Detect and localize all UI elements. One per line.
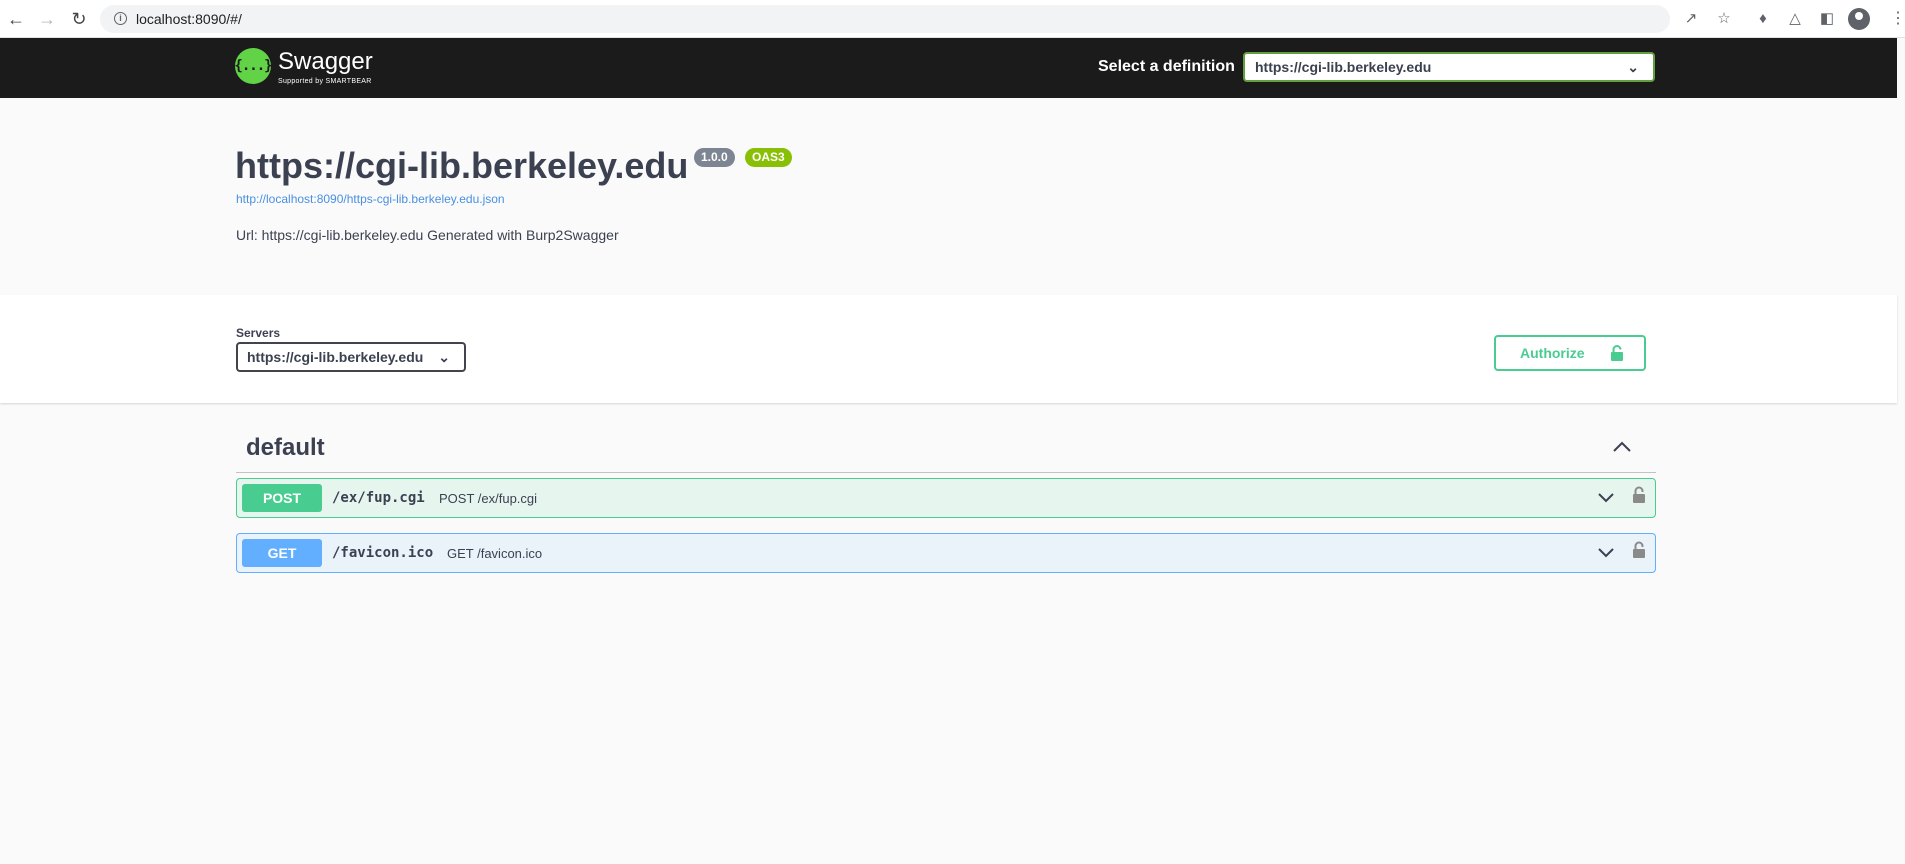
- url-text[interactable]: localhost:8090/#/: [136, 11, 242, 27]
- flask-icon[interactable]: △: [1785, 9, 1805, 29]
- operation-summary: POST /ex/fup.cgi: [439, 491, 538, 506]
- version-badge: 1.0.0: [694, 148, 735, 167]
- chevron-down-icon: ⌄: [438, 349, 450, 365]
- swagger-topbar: {...} Swagger Supported by SMARTBEAR Sel…: [0, 38, 1897, 98]
- address-bar[interactable]: i localhost:8090/#/: [100, 5, 1670, 33]
- star-icon[interactable]: ☆: [1714, 9, 1734, 29]
- operation-get[interactable]: GET /favicon.ico GET /favicon.ico: [236, 533, 1656, 573]
- browser-toolbar: ← → ↻ i localhost:8090/#/ ↗ ☆ ♦ △ ◧ ⋮: [0, 0, 1905, 38]
- servers-select-value: https://cgi-lib.berkeley.edu: [247, 349, 424, 365]
- spec-link[interactable]: http://localhost:8090/https-cgi-lib.berk…: [236, 192, 505, 206]
- method-badge-get: GET: [242, 539, 322, 567]
- chevron-up-icon[interactable]: [1612, 439, 1632, 453]
- definition-label: Select a definition: [1098, 58, 1235, 75]
- definition-select[interactable]: https://cgi-lib.berkeley.edu ⌄: [1243, 52, 1655, 82]
- lock-icon[interactable]: [1632, 486, 1646, 504]
- oas-badge: OAS3: [745, 148, 792, 167]
- unlock-icon: [1611, 345, 1623, 361]
- site-info-icon[interactable]: i: [114, 12, 127, 25]
- method-badge-post: POST: [242, 484, 322, 512]
- operation-summary: GET /favicon.ico: [447, 546, 543, 561]
- api-description: Url: https://cgi-lib.berkeley.edu Genera…: [236, 227, 619, 243]
- tag-name: default: [246, 434, 325, 461]
- kebab-menu-icon[interactable]: ⋮: [1890, 9, 1905, 29]
- chevron-down-icon[interactable]: [1597, 491, 1615, 503]
- chevron-down-icon: ⌄: [1627, 59, 1639, 75]
- tag-section-header[interactable]: default: [236, 425, 1656, 473]
- scheme-container: Servers https://cgi-lib.berkeley.edu ⌄ A…: [0, 295, 1897, 403]
- swagger-logo-glyph: {...}: [234, 58, 272, 74]
- back-arrow-icon[interactable]: ←: [5, 8, 27, 30]
- chevron-down-icon[interactable]: [1597, 546, 1615, 558]
- forward-arrow-icon[interactable]: →: [36, 8, 58, 30]
- swagger-logo-icon[interactable]: {...}: [234, 48, 273, 84]
- operation-post[interactable]: POST /ex/fup.cgi POST /ex/fup.cgi: [236, 478, 1656, 518]
- authorize-button[interactable]: Authorize: [1494, 335, 1646, 371]
- swagger-sub-brand: Supported by SMARTBEAR: [278, 78, 372, 85]
- operation-path: /ex/fup.cgi: [332, 490, 425, 506]
- puzzle-icon[interactable]: ♦: [1753, 9, 1773, 29]
- lock-icon[interactable]: [1632, 541, 1646, 559]
- swagger-brand[interactable]: Swagger: [278, 48, 373, 76]
- servers-label: Servers: [236, 326, 281, 340]
- api-title: https://cgi-lib.berkeley.edu: [235, 145, 689, 186]
- share-icon[interactable]: ↗: [1681, 9, 1701, 29]
- authorize-label: Authorize: [1520, 345, 1585, 361]
- reload-icon[interactable]: ↻: [68, 8, 90, 30]
- avatar-icon[interactable]: [1848, 8, 1870, 30]
- servers-select[interactable]: https://cgi-lib.berkeley.edu ⌄: [236, 342, 466, 372]
- operation-path: /favicon.ico: [332, 545, 434, 561]
- sidepanel-icon[interactable]: ◧: [1817, 9, 1837, 29]
- definition-select-value: https://cgi-lib.berkeley.edu: [1255, 59, 1432, 75]
